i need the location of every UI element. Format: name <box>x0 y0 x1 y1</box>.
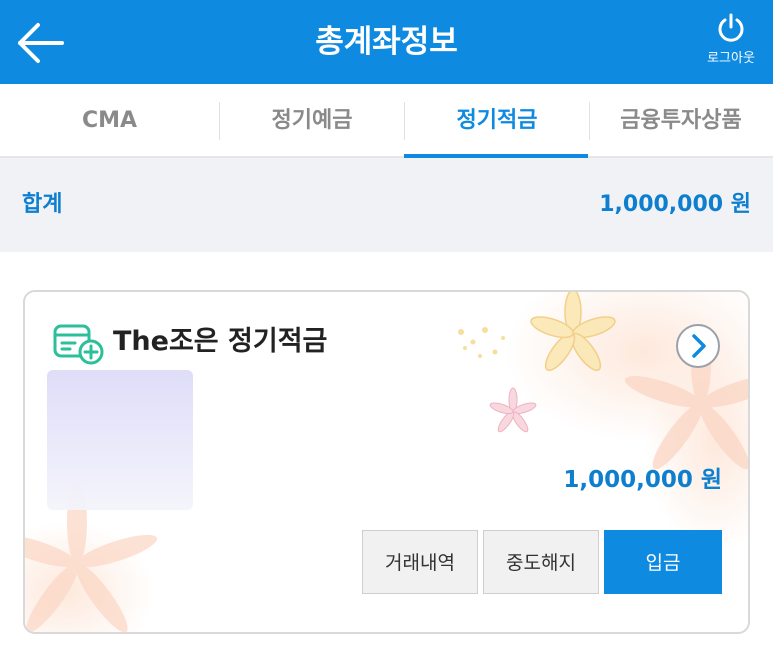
logout-button[interactable]: 로그아웃 <box>696 12 766 74</box>
total-amount: 1,000,000 원 <box>599 192 751 217</box>
tab-investment-products[interactable]: 금융투자상품 <box>589 84 773 158</box>
masked-account-info <box>47 370 193 510</box>
total-label: 합계 <box>22 192 63 217</box>
passbook-plus-icon <box>53 324 104 365</box>
page-title: 총계좌정보 <box>315 24 458 60</box>
tab-cma[interactable]: CMA <box>0 84 219 158</box>
product-tabs: CMA 정기예금 정기적금 금융투자상품 <box>0 84 773 158</box>
account-balance: 1,000,000 원 <box>563 467 722 493</box>
power-icon <box>718 13 744 42</box>
deposit-button[interactable]: 입금 <box>604 530 722 594</box>
app-header: 총계좌정보 로그아웃 <box>0 0 773 84</box>
product-name: The조은 정기적금 <box>113 326 328 357</box>
transaction-history-button[interactable]: 거래내역 <box>362 530 478 594</box>
account-card: The조은 정기적금 1,000,000 원 거래내역 중도해지 입금 <box>23 290 750 634</box>
tab-time-deposit[interactable]: 정기예금 <box>219 84 405 158</box>
total-summary: 합계 1,000,000 원 <box>0 158 773 252</box>
chevron-right-circle-icon <box>676 324 720 368</box>
logout-label: 로그아웃 <box>707 51 755 66</box>
early-termination-button[interactable]: 중도해지 <box>483 530 599 594</box>
tab-installment-savings[interactable]: 정기적금 <box>405 84 589 158</box>
account-detail-button[interactable] <box>675 323 721 369</box>
arrow-left-icon <box>18 23 64 63</box>
back-button[interactable] <box>14 18 68 68</box>
